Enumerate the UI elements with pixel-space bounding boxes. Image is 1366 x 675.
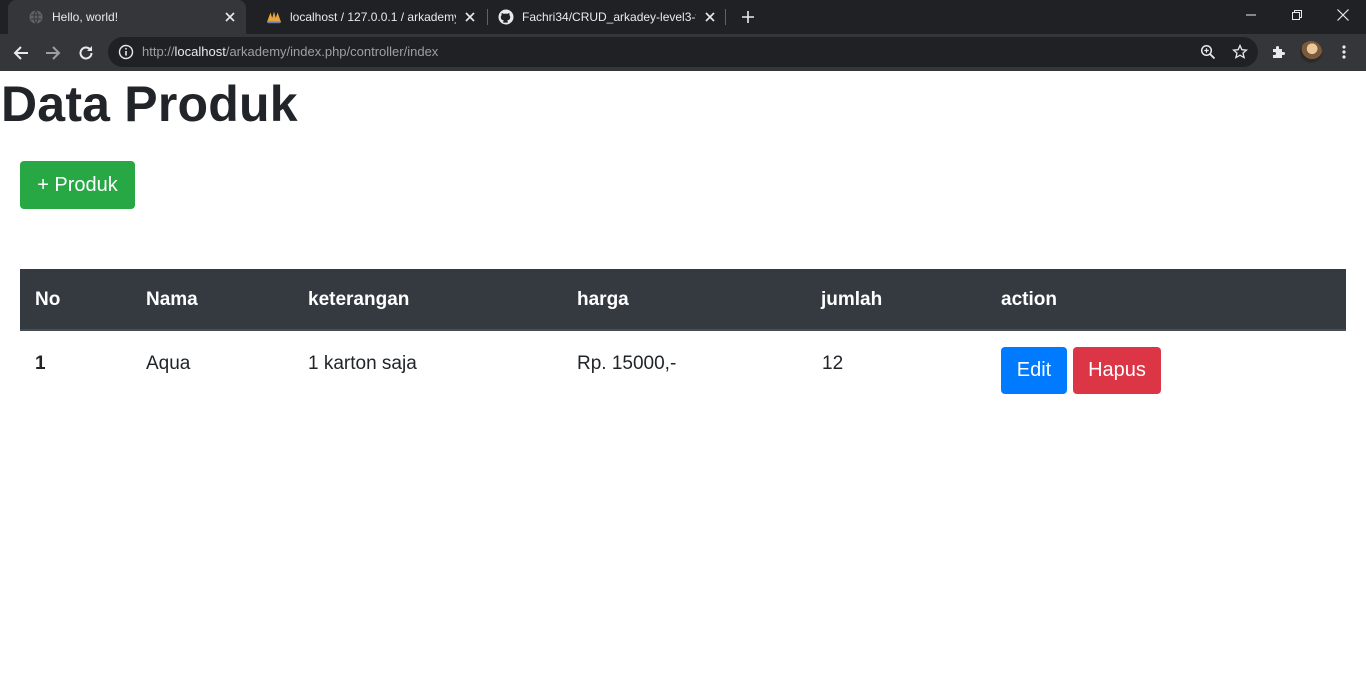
- github-icon: [498, 9, 514, 25]
- tab-github[interactable]: Fachri34/CRUD_arkadey-level3-tu: [488, 0, 726, 34]
- window-close-icon[interactable]: [1320, 0, 1366, 30]
- minimize-icon[interactable]: [1228, 0, 1274, 30]
- edit-button[interactable]: Edit: [1001, 347, 1067, 394]
- close-tab-icon[interactable]: [702, 9, 718, 25]
- column-header-action: action: [1001, 289, 1057, 310]
- menu-kebab-icon[interactable]: [1332, 40, 1356, 64]
- new-tab-icon[interactable]: [738, 7, 758, 27]
- restore-icon[interactable]: [1274, 0, 1320, 30]
- url-scheme: http://: [142, 44, 175, 59]
- cell-no: 1: [35, 353, 46, 374]
- url-text: http://localhost/arkademy/index.php/cont…: [142, 44, 438, 59]
- delete-button[interactable]: Hapus: [1073, 347, 1161, 394]
- column-header-keterangan: keterangan: [308, 289, 410, 310]
- extensions-puzzle-icon[interactable]: [1267, 40, 1291, 64]
- close-tab-icon[interactable]: [462, 9, 478, 25]
- column-header-no: No: [35, 289, 61, 310]
- site-info-icon[interactable]: [118, 44, 134, 60]
- table-header: No Nama keterangan harga jumlah action: [20, 269, 1346, 331]
- address-bar[interactable]: http://localhost/arkademy/index.php/cont…: [108, 37, 1258, 67]
- column-header-harga: harga: [577, 289, 629, 310]
- profile-avatar[interactable]: [1299, 40, 1323, 64]
- zoom-icon[interactable]: [1200, 44, 1216, 60]
- column-header-nama: Nama: [146, 289, 198, 310]
- globe-icon: [28, 9, 44, 25]
- cell-nama: Aqua: [146, 353, 191, 374]
- browser-tab-strip: Hello, world! localhost / 127.0.0.1 / ar…: [0, 0, 1366, 34]
- tab-title: localhost / 127.0.0.1 / arkademy /: [290, 10, 456, 24]
- cell-keterangan: 1 karton saja: [308, 353, 417, 374]
- tab-title: Hello, world!: [52, 10, 119, 24]
- tab-title: Fachri34/CRUD_arkadey-level3-tu: [522, 10, 696, 24]
- add-product-button[interactable]: + Produk: [20, 161, 135, 209]
- url-host: localhost: [174, 44, 226, 59]
- browser-toolbar: http://localhost/arkademy/index.php/cont…: [0, 34, 1366, 71]
- tab-separator: [725, 9, 726, 25]
- page-title: Data Produk: [1, 76, 298, 132]
- url-path: /arkademy/index.php/controller/index: [225, 44, 439, 59]
- tab-phpmyadmin[interactable]: localhost / 127.0.0.1 / arkademy /: [246, 0, 486, 34]
- cell-jumlah: 12: [822, 353, 844, 374]
- bookmark-star-icon[interactable]: [1231, 43, 1249, 60]
- reload-icon[interactable]: [73, 40, 99, 66]
- cell-harga: Rp. 15000,-: [577, 353, 677, 374]
- back-arrow-icon[interactable]: [8, 40, 34, 66]
- page-content: Data Produk + Produk No Nama keterangan …: [0, 71, 1366, 675]
- forward-arrow-icon[interactable]: [40, 40, 66, 66]
- column-header-jumlah: jumlah: [821, 289, 883, 310]
- avatar-image: [1300, 41, 1322, 63]
- close-tab-icon[interactable]: [222, 9, 238, 25]
- tab-hello-world[interactable]: Hello, world!: [8, 0, 246, 34]
- phpmyadmin-icon: [266, 9, 282, 25]
